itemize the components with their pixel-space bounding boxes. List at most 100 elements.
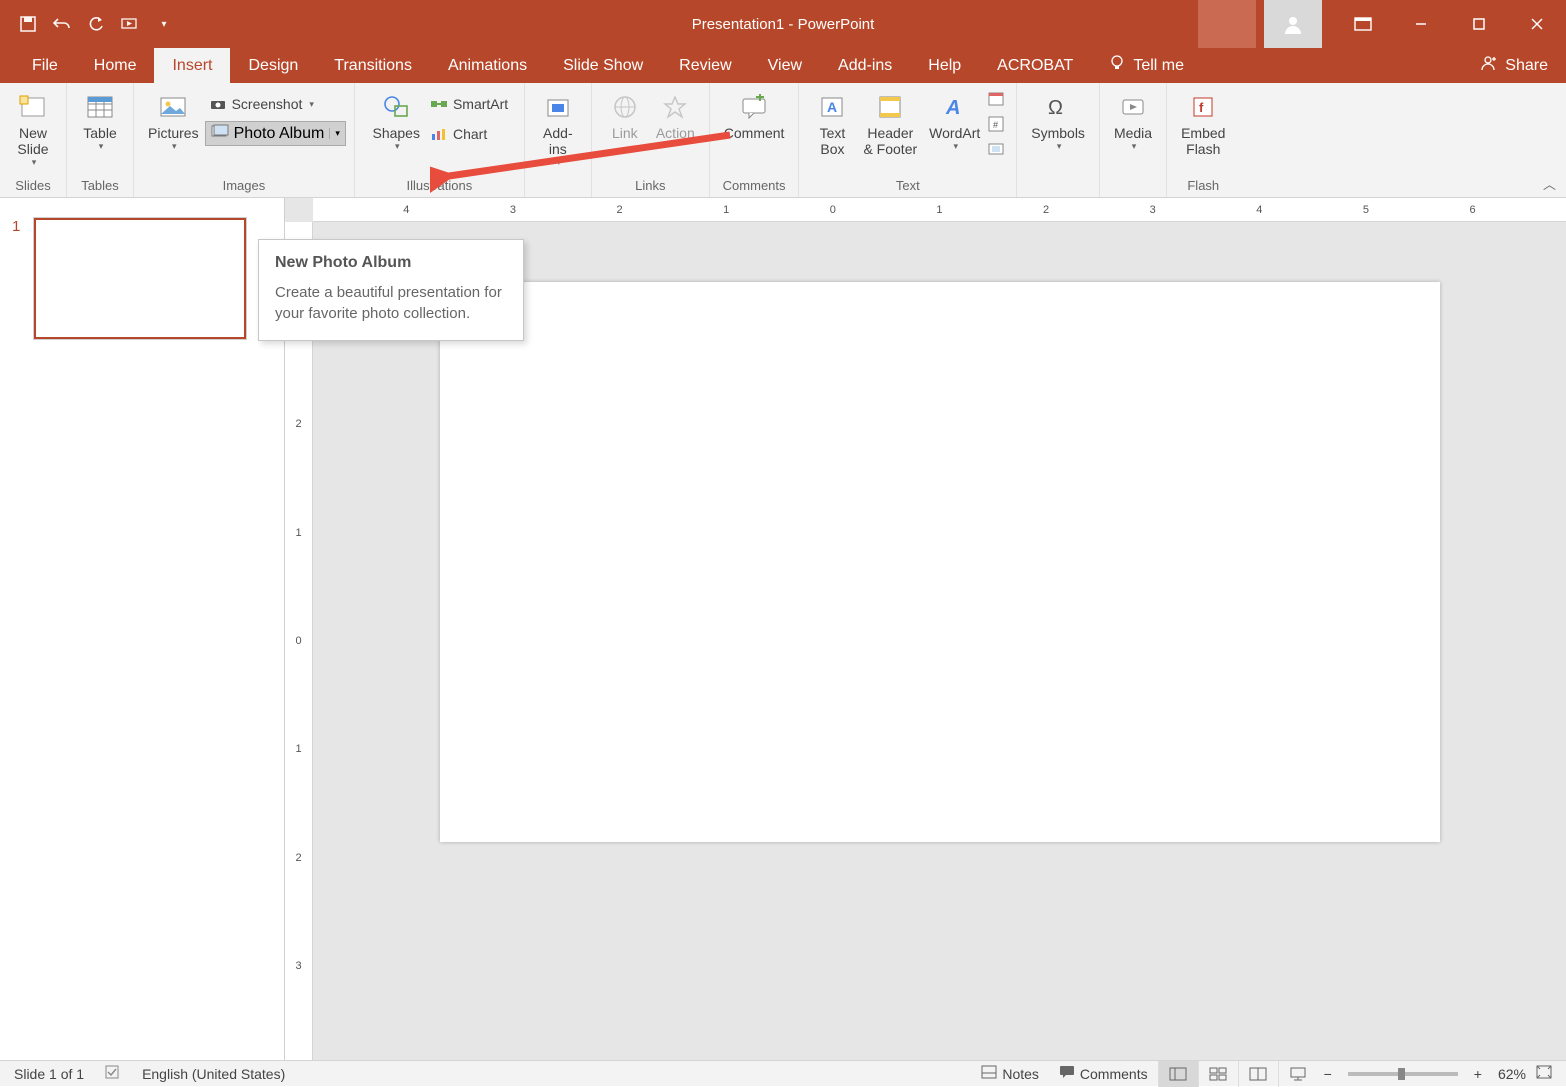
- object-icon[interactable]: [988, 141, 1006, 162]
- wordart-icon: A: [938, 91, 972, 123]
- new-slide-button[interactable]: New Slide ▾: [8, 87, 58, 172]
- slide-sorter-view-icon[interactable]: [1198, 1061, 1238, 1087]
- tab-addins[interactable]: Add-ins: [820, 48, 910, 83]
- status-bar: Slide 1 of 1 English (United States) Not…: [0, 1060, 1566, 1086]
- quick-access-toolbar: ▾: [0, 14, 174, 34]
- smartart-button[interactable]: SmartArt: [426, 91, 512, 117]
- slide-canvas[interactable]: [440, 282, 1440, 842]
- chevron-down-icon: ▾: [953, 141, 958, 152]
- header-footer-icon: [873, 91, 907, 123]
- notes-icon: [981, 1065, 997, 1082]
- save-icon[interactable]: [18, 14, 38, 34]
- link-button[interactable]: Link: [600, 87, 650, 145]
- tab-home[interactable]: Home: [76, 48, 155, 83]
- undo-icon[interactable]: [52, 14, 72, 34]
- zoom-slider-thumb[interactable]: [1398, 1068, 1405, 1080]
- chevron-down-icon: ▾: [557, 157, 562, 168]
- vertical-ruler[interactable]: 3 2 1 0 1 2 3: [285, 222, 313, 1060]
- group-tables: Table ▾ Tables: [67, 83, 134, 197]
- svg-text:#: #: [993, 120, 998, 130]
- reading-view-icon[interactable]: [1238, 1061, 1278, 1087]
- tooltip-title: New Photo Album: [275, 254, 507, 272]
- shapes-button[interactable]: Shapes ▾: [366, 87, 425, 156]
- group-slides: New Slide ▾ Slides: [0, 83, 67, 197]
- chevron-down-icon[interactable]: ▾: [329, 128, 340, 139]
- symbols-button[interactable]: Ω Symbols ▾: [1025, 87, 1091, 156]
- tab-animations[interactable]: Animations: [430, 48, 545, 83]
- textbox-icon: A: [815, 91, 849, 123]
- group-media: Media ▾: [1100, 83, 1167, 197]
- media-button[interactable]: Media ▾: [1108, 87, 1158, 156]
- group-text: A Text Box Header & Footer A WordArt ▾ #…: [799, 83, 1017, 197]
- horizontal-ruler[interactable]: 4 3 2 1 0 1 2 3 4 5 6: [313, 198, 1566, 222]
- textbox-button[interactable]: A Text Box: [807, 87, 857, 166]
- zoom-in-button[interactable]: +: [1468, 1061, 1488, 1087]
- spellcheck-icon[interactable]: [104, 1064, 122, 1083]
- share-button[interactable]: Share: [1479, 48, 1548, 83]
- header-footer-button[interactable]: Header & Footer: [857, 87, 923, 166]
- screenshot-icon: [209, 95, 227, 113]
- comments-button[interactable]: Comments: [1049, 1061, 1158, 1087]
- slide-thumbnails-panel[interactable]: 1: [0, 198, 285, 1060]
- slide-counter[interactable]: Slide 1 of 1: [14, 1066, 84, 1082]
- table-button[interactable]: Table ▾: [75, 87, 125, 156]
- tab-insert[interactable]: Insert: [154, 48, 230, 83]
- photo-album-icon: [211, 124, 229, 143]
- redo-icon[interactable]: [86, 14, 106, 34]
- minimize-icon[interactable]: [1392, 0, 1450, 48]
- maximize-icon[interactable]: [1450, 0, 1508, 48]
- tab-acrobat[interactable]: ACROBAT: [979, 48, 1091, 83]
- start-from-beginning-icon[interactable]: [120, 14, 140, 34]
- action-button[interactable]: Action: [650, 87, 701, 145]
- close-icon[interactable]: [1508, 0, 1566, 48]
- notes-button[interactable]: Notes: [971, 1061, 1049, 1087]
- fit-to-window-icon[interactable]: [1536, 1065, 1552, 1082]
- shapes-icon: [379, 91, 413, 123]
- screenshot-button[interactable]: Screenshot ▾: [205, 91, 346, 117]
- thumbnail-preview[interactable]: [34, 218, 246, 339]
- tab-slideshow[interactable]: Slide Show: [545, 48, 661, 83]
- tab-transitions[interactable]: Transitions: [316, 48, 430, 83]
- comments-icon: [1059, 1065, 1075, 1082]
- chevron-down-icon: ▾: [99, 141, 104, 152]
- share-icon: [1479, 54, 1497, 77]
- embed-flash-button[interactable]: f Embed Flash: [1175, 87, 1231, 161]
- zoom-out-button[interactable]: −: [1318, 1061, 1338, 1087]
- comment-button[interactable]: Comment: [718, 87, 791, 145]
- chevron-down-icon: ▾: [309, 99, 314, 110]
- pictures-button[interactable]: Pictures ▾: [142, 87, 205, 156]
- language-indicator[interactable]: English (United States): [142, 1066, 285, 1082]
- date-time-icon[interactable]: [988, 91, 1006, 112]
- tab-help[interactable]: Help: [910, 48, 979, 83]
- chart-button[interactable]: Chart: [426, 121, 512, 147]
- table-icon: [83, 91, 117, 123]
- canvas-area[interactable]: [313, 222, 1566, 1060]
- slideshow-view-icon[interactable]: [1278, 1061, 1318, 1087]
- link-icon: [608, 91, 642, 123]
- tab-view[interactable]: View: [750, 48, 820, 83]
- slide-thumbnail-1[interactable]: 1: [12, 218, 272, 339]
- addins-icon: [541, 91, 575, 123]
- tab-review[interactable]: Review: [661, 48, 749, 83]
- comment-icon: [737, 91, 771, 123]
- svg-text:Ω: Ω: [1048, 97, 1063, 119]
- ribbon-display-options-icon[interactable]: [1334, 0, 1392, 48]
- addins-button[interactable]: Add- ins ▾: [533, 87, 583, 172]
- slide-number-icon[interactable]: #: [988, 116, 1006, 137]
- tell-me[interactable]: Tell me: [1091, 48, 1202, 83]
- normal-view-icon[interactable]: [1158, 1061, 1198, 1087]
- group-images: Pictures ▾ Screenshot ▾ Photo Album ▾ Im…: [134, 83, 355, 197]
- tab-design[interactable]: Design: [230, 48, 316, 83]
- wordart-button[interactable]: A WordArt ▾: [923, 87, 986, 166]
- pictures-icon: [156, 91, 190, 123]
- tab-file[interactable]: File: [14, 48, 76, 83]
- collapse-ribbon-icon[interactable]: ︿: [1543, 174, 1556, 193]
- chevron-down-icon: ▾: [32, 157, 37, 168]
- avatar[interactable]: [1264, 0, 1322, 48]
- svg-text:f: f: [1199, 100, 1204, 115]
- qat-customize-icon[interactable]: ▾: [154, 14, 174, 34]
- photo-album-button[interactable]: Photo Album ▾: [205, 121, 346, 146]
- zoom-slider[interactable]: [1348, 1072, 1458, 1076]
- ribbon-tabs: File Home Insert Design Transitions Anim…: [0, 48, 1566, 83]
- zoom-level[interactable]: 62%: [1488, 1066, 1536, 1082]
